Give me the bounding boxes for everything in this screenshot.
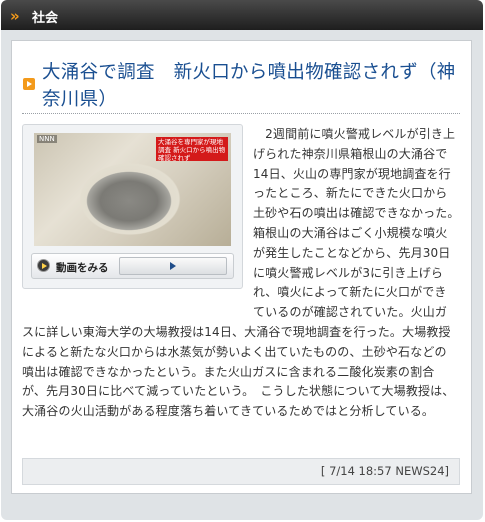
article-title: 大涌谷で調査 新火口から噴出物確認されず（神奈川県） [42,62,456,110]
video-box: NNN 大涌谷を専門家が現地調査 新火口から噴出物確認されず 動画をみる [22,124,243,289]
section-header: » 社会 [1,0,483,30]
play-button[interactable] [119,257,227,275]
thumbnail-caption: 大涌谷を専門家が現地調査 新火口から噴出物確認されず [156,137,228,161]
section-title: 社会 [32,11,59,26]
video-thumbnail[interactable]: NNN 大涌谷を専門家が現地調査 新火口から噴出物確認されず [34,133,231,246]
arrow-bullet-icon [23,78,35,90]
article-card: 大涌谷で調査 新火口から噴出物確認されず（神奈川県） 2週間前に噴火警戒レベルが… [11,40,472,494]
double-chevron-icon: » [10,7,20,25]
article-footer: [ 7/14 18:57 NEWS24] [22,458,460,485]
video-play-icon [37,259,50,272]
broadcaster-logo: NNN [37,135,57,143]
watch-video-label: 動画をみる [56,262,109,274]
watch-video-bar[interactable]: 動画をみる [31,253,234,279]
article-frame: 大涌谷で調査 新火口から噴出物確認されず（神奈川県） 2週間前に噴火警戒レベルが… [1,30,483,520]
article-timestamp-source: [ 7/14 18:57 NEWS24] [320,464,449,478]
title-divider [22,113,460,114]
